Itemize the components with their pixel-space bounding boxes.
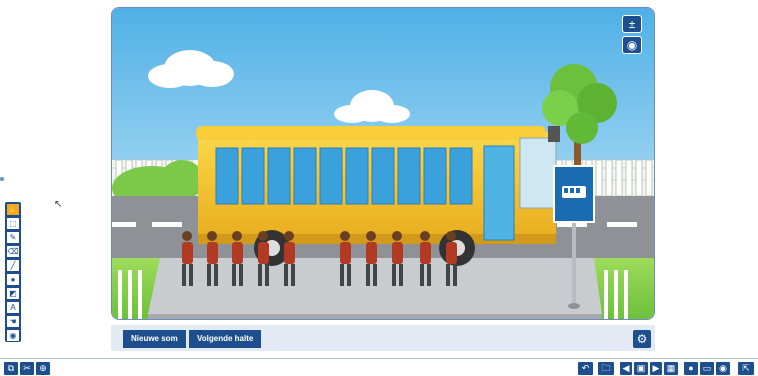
prev-icon[interactable]: ◀ [620, 362, 632, 375]
zoom-icon[interactable]: ⊕ [36, 362, 50, 375]
presenter-icon[interactable]: ▭ [700, 362, 714, 375]
pointer-icon[interactable]: ✋ [7, 204, 19, 215]
eraser-icon[interactable]: ⌫ [7, 246, 19, 257]
target-icon[interactable]: ◉ [7, 330, 19, 341]
view-toggle-button[interactable]: ◉ [622, 36, 642, 54]
next-stop-button[interactable]: Volgende halte [189, 330, 262, 348]
tools-icon[interactable]: ✂ [20, 362, 34, 375]
exit-icon[interactable]: ⇱ [738, 362, 754, 375]
line-icon[interactable]: ╱ [7, 260, 19, 271]
mouse-cursor-icon: ↖ [54, 199, 63, 210]
grid-icon[interactable]: ▦ [664, 362, 678, 375]
page-icon[interactable]: ▣ [634, 362, 648, 375]
user-icon[interactable]: ● [684, 362, 698, 375]
scene-canvas[interactable]: ± ◉ [111, 7, 655, 320]
plus-minus-icon: ± [628, 17, 636, 31]
stage-controls-bar: Nieuwe som Volgende halte ⚙ [111, 325, 655, 351]
circle-icon[interactable]: ● [7, 274, 19, 285]
side-handle[interactable] [0, 177, 4, 181]
select-icon[interactable]: ⬚ [7, 218, 19, 229]
toolbar-divider [0, 358, 758, 359]
new-sum-button[interactable]: Nieuwe som [123, 330, 186, 348]
zoom-toggle-button[interactable]: ± [622, 15, 642, 33]
bus-stop-illustration [112, 8, 654, 319]
hand-icon[interactable]: ☚ [7, 316, 19, 327]
eye-icon: ◉ [626, 38, 638, 52]
view-icon[interactable]: ◉ [716, 362, 730, 375]
settings-button[interactable]: ⚙ [633, 330, 651, 348]
text-icon[interactable]: A [7, 302, 19, 313]
undo-icon[interactable]: ↶ [578, 362, 593, 375]
shape-icon[interactable]: ◩ [7, 288, 19, 299]
open-icon[interactable]: 🗀 [598, 362, 614, 375]
pen-icon[interactable]: ✎ [7, 232, 19, 243]
gear-icon: ⚙ [636, 332, 648, 346]
next-icon[interactable]: ▶ [650, 362, 662, 375]
drawing-toolbar: ✋ ⬚ ✎ ⌫ ╱ ● ◩ A ☚ ◉ [5, 202, 21, 342]
screenshot-icon[interactable]: ⧉ [4, 362, 18, 375]
